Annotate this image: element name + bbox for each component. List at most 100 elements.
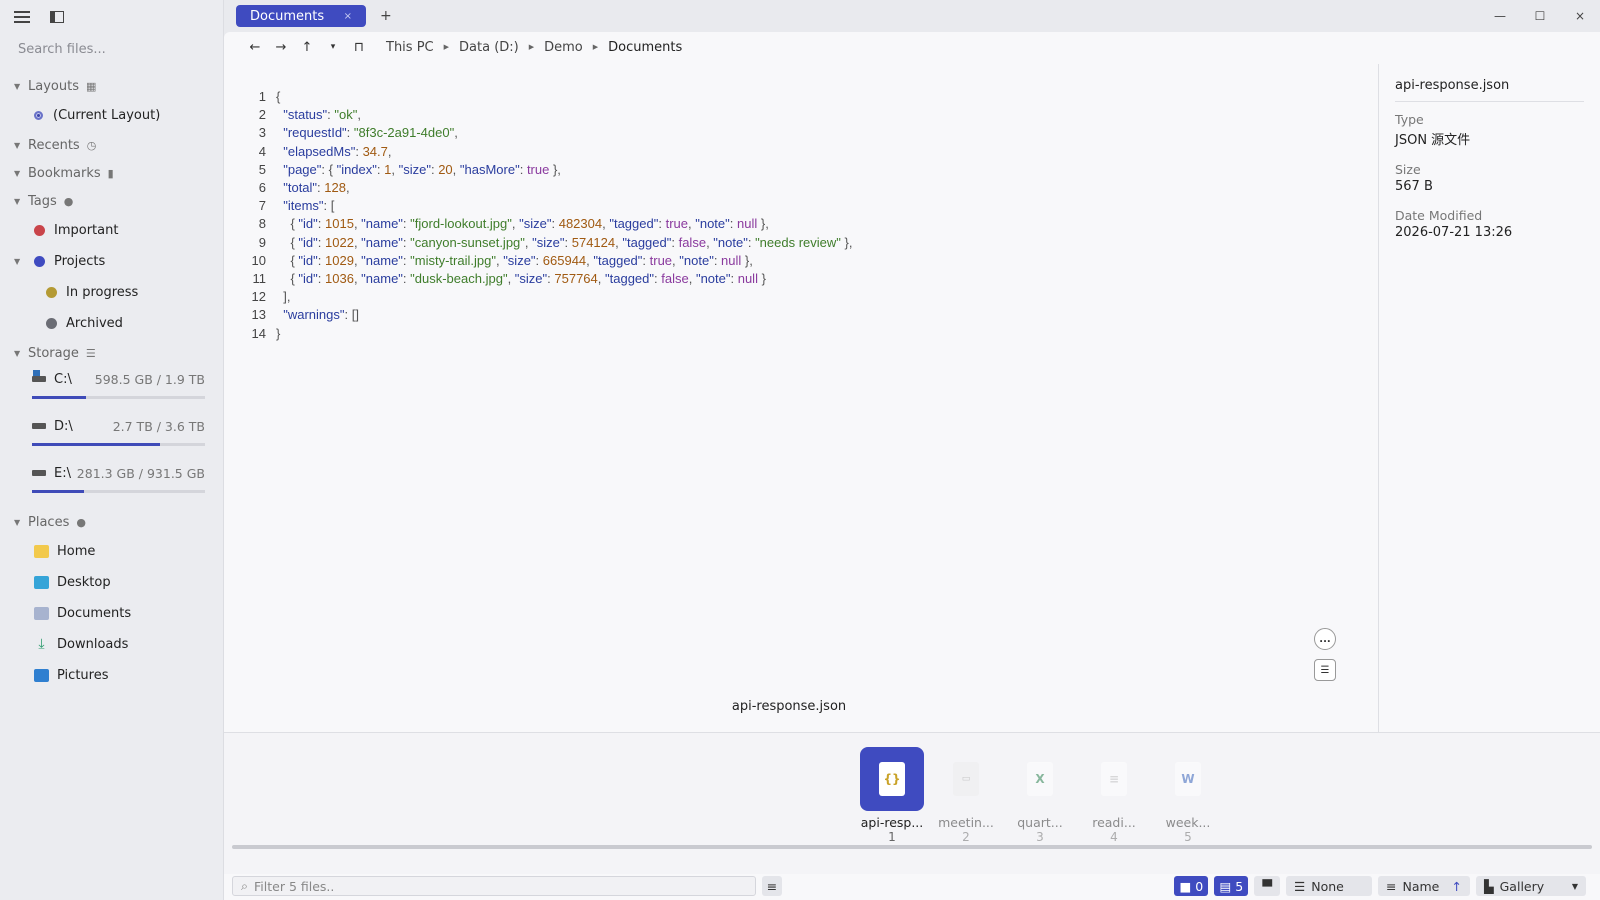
line-number: 14: [251, 325, 266, 341]
status-bar: ⌕ Filter 5 files.. ≡ ■ 0 ▤ 5 ▀ ☰ None ≡ Name…: [224, 872, 1600, 900]
thumbnail-meeting[interactable]: ▭ meetin... 2: [934, 747, 998, 844]
pictures-icon: [34, 669, 49, 682]
section-bookmarks[interactable]: ▼ Bookmarks ▮: [0, 159, 223, 187]
sidebar-item-home[interactable]: Home: [0, 536, 223, 567]
section-recents[interactable]: ▼ Recents ◷: [0, 131, 223, 159]
item-label: Desktop: [57, 575, 111, 590]
bookmark-icon[interactable]: ⊓: [346, 40, 372, 55]
sidebar-item-drive-e[interactable]: E:\ 281.3 GB / 931.5 GB: [0, 461, 223, 508]
pin-icon: ●: [76, 515, 86, 529]
sidebar-item-drive-d[interactable]: D:\ 2.7 TB / 3.6 TB: [0, 414, 223, 461]
sort-by-dropdown[interactable]: ≡ Name ↑: [1378, 876, 1470, 896]
drive-icon: [32, 423, 46, 429]
back-button[interactable]: ←: [242, 40, 268, 55]
filter-input[interactable]: ⌕ Filter 5 files..: [232, 876, 756, 896]
thumbnail-name: api-resp...: [860, 815, 924, 830]
sidebar-item-drive-c[interactable]: C:\ 598.5 GB / 1.9 TB: [0, 367, 223, 414]
view-mode-dropdown[interactable]: ▙ Gallery ▼: [1476, 876, 1586, 896]
thumbnail-name: week...: [1165, 815, 1211, 830]
section-layouts[interactable]: ▼ Layouts ▦: [0, 72, 223, 100]
breadcrumb-item[interactable]: Demo: [544, 40, 583, 55]
filter-options-button[interactable]: ≡: [762, 876, 782, 896]
file-count-badge[interactable]: ▤ 5: [1214, 876, 1249, 896]
line-number: 8: [258, 216, 266, 232]
main-area: Documents × + — ☐ × ← → ↑ ▾ ⊓ This PC ▶ …: [224, 0, 1600, 900]
sidebar-item-pictures[interactable]: Pictures: [0, 660, 223, 691]
thumbnail-list: {} api-resp... 1 ▭ meetin... 2 X quart..…: [860, 747, 1220, 844]
code-line: 2 "status": "ok",: [244, 106, 1344, 124]
tags-icon: ●: [63, 194, 74, 208]
history-dropdown-button[interactable]: ▾: [320, 42, 346, 52]
details-modified-label: Date Modified: [1395, 208, 1483, 223]
window-controls: — ☐ ×: [1480, 0, 1600, 32]
new-tab-button[interactable]: +: [380, 8, 392, 24]
maximize-button[interactable]: ☐: [1520, 0, 1560, 32]
thumbnail-quarterly[interactable]: X quart... 3: [1008, 747, 1072, 844]
close-tab-icon[interactable]: ×: [344, 11, 352, 22]
code-line: 1{: [244, 88, 1344, 106]
thumbnail-name: meetin...: [938, 815, 994, 830]
minimize-button[interactable]: —: [1480, 0, 1520, 32]
folder-icon: [34, 545, 49, 558]
navigation-bar: ← → ↑ ▾ ⊓ This PC ▶ Data (D:) ▶ Demo ▶ D…: [224, 32, 1600, 62]
gallery-strip: {} api-resp... 1 ▭ meetin... 2 X quart..…: [224, 732, 1600, 874]
sidebar-item-tag-important[interactable]: Important: [0, 215, 223, 246]
close-window-button[interactable]: ×: [1560, 0, 1600, 32]
forward-button[interactable]: →: [268, 40, 294, 55]
folder-count: 0: [1195, 878, 1204, 894]
thumbnail-weekly[interactable]: W week... 5: [1156, 747, 1220, 844]
thumbnail-index: 1: [888, 830, 896, 844]
thumbnail-name: readi...: [1092, 815, 1136, 830]
search-input[interactable]: Search files...: [18, 42, 223, 62]
chevron-down-icon[interactable]: ▼: [14, 257, 30, 266]
list-icon: ☰: [1294, 878, 1306, 894]
file-icon: ▤: [1219, 878, 1232, 894]
tab-label: Documents: [250, 8, 325, 24]
section-tags[interactable]: ▼ Tags ●: [0, 187, 223, 215]
code-line: 4 "elapsedMs": 34.7,: [244, 143, 1344, 161]
group-toggle-button[interactable]: ▀: [1254, 876, 1280, 896]
item-label: Projects: [54, 254, 106, 269]
code-line: 14}: [244, 325, 1344, 343]
chevron-down-icon: ▼: [14, 348, 21, 358]
line-number: 13: [251, 307, 266, 323]
line-number: 4: [258, 143, 266, 159]
info-panel-button[interactable]: ☰: [1314, 659, 1336, 681]
group-by-dropdown[interactable]: ☰ None: [1286, 876, 1372, 896]
breadcrumb-item[interactable]: Data (D:): [459, 40, 519, 55]
storage-icon: ☰: [85, 346, 96, 360]
details-panel: api-response.json Type JSON 源文件 Size 567…: [1378, 64, 1600, 764]
sidebar-item-desktop[interactable]: Desktop: [0, 567, 223, 598]
section-places[interactable]: ▼ Places ●: [0, 508, 223, 536]
breadcrumb-item[interactable]: Documents: [608, 40, 682, 55]
drive-name: D:\: [54, 418, 73, 434]
sidebar-item-tag-in-progress[interactable]: In progress: [0, 277, 223, 308]
hamburger-menu-icon[interactable]: [14, 11, 30, 23]
tab-documents[interactable]: Documents ×: [236, 5, 366, 27]
up-button[interactable]: ↑: [294, 40, 320, 55]
json-preview: 1{ 2 "status": "ok", 3 "requestId": "8f3…: [244, 88, 1344, 343]
breadcrumb-item[interactable]: This PC: [386, 40, 434, 55]
line-number: 12: [251, 289, 266, 305]
thumbnail-reading[interactable]: ≡ readi... 4: [1082, 747, 1146, 844]
toggle-sidebar-icon[interactable]: [50, 11, 64, 23]
line-number: 10: [251, 252, 266, 268]
section-label: Bookmarks: [28, 165, 101, 181]
chevron-down-icon: ▼: [14, 140, 21, 150]
thumbnail-api-response[interactable]: {} api-resp... 1: [860, 747, 924, 844]
folder-count-badge[interactable]: ■ 0: [1174, 876, 1209, 896]
section-storage[interactable]: ▼ Storage ☰: [0, 339, 223, 367]
horizontal-scrollbar[interactable]: [232, 845, 1592, 849]
status-controls: ■ 0 ▤ 5 ▀ ☰ None ≡ Name ↑ ▙ Gallery ▼: [1168, 876, 1586, 896]
sidebar-item-tag-archived[interactable]: Archived: [0, 308, 223, 339]
sidebar-item-documents[interactable]: Documents: [0, 598, 223, 629]
section-label: Places: [28, 514, 70, 530]
sidebar-item-current-layout[interactable]: (Current Layout): [0, 100, 223, 131]
section-label: Storage: [28, 345, 79, 361]
sidebar-item-downloads[interactable]: ⤓ Downloads: [0, 629, 223, 660]
sidebar-item-tag-projects[interactable]: ▼ Projects: [0, 246, 223, 277]
more-options-button[interactable]: ...: [1314, 628, 1336, 650]
item-label: (Current Layout): [53, 108, 161, 123]
sort-direction-icon[interactable]: ↑: [1452, 879, 1462, 894]
chevron-down-icon: ▼: [14, 517, 21, 527]
